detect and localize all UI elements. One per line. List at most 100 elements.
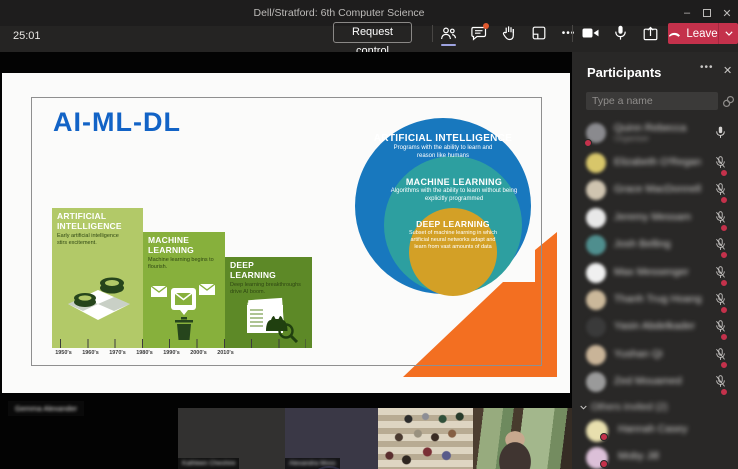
status-badge bbox=[720, 361, 728, 369]
chat-icon[interactable] bbox=[470, 25, 487, 42]
status-badge bbox=[720, 251, 728, 259]
status-badge bbox=[720, 196, 728, 204]
slide-boundary bbox=[31, 97, 542, 366]
tile-ac-name: Kathleen Cheshire bbox=[182, 460, 235, 467]
avatar bbox=[586, 317, 606, 337]
mic-off-icon[interactable] bbox=[715, 156, 726, 169]
toolbar-icon-group: ••• bbox=[440, 22, 577, 44]
camera-icon[interactable] bbox=[582, 25, 599, 42]
participant-row[interactable]: Elizabeth O'Regan bbox=[586, 150, 726, 176]
more-options-icon[interactable]: ••• bbox=[560, 25, 577, 42]
mic-on-icon[interactable] bbox=[715, 126, 726, 139]
active-tab-underline bbox=[441, 44, 456, 46]
avatar bbox=[586, 235, 606, 255]
meeting-timer: 25:01 bbox=[13, 30, 41, 42]
share-screen-icon[interactable] bbox=[642, 25, 659, 42]
mic-off-icon[interactable] bbox=[715, 375, 726, 388]
status-badge bbox=[720, 224, 728, 232]
section-chevron-icon bbox=[580, 405, 587, 410]
leave-button-main[interactable]: Leave bbox=[668, 28, 718, 40]
invited-row[interactable]: Hannah Casey bbox=[586, 417, 726, 443]
participant-row[interactable]: Jeremy Messam bbox=[586, 205, 726, 231]
mic-off-icon[interactable] bbox=[715, 348, 726, 361]
participants-close-icon[interactable]: ✕ bbox=[723, 64, 732, 77]
mic-off-icon[interactable] bbox=[715, 238, 726, 251]
toolbar-divider-2 bbox=[572, 25, 573, 42]
status-badge bbox=[600, 460, 608, 468]
participants-icon[interactable] bbox=[440, 25, 457, 42]
video-filmstrip: +9 RD AC Kathleen Cheshire AM Alexandra … bbox=[0, 408, 572, 469]
participant-name: Thanh Trug Hoang bbox=[614, 293, 702, 305]
invited-row[interactable]: Moby Jill bbox=[586, 444, 726, 469]
invited-header-label: Others invited (2) bbox=[591, 402, 668, 413]
participants-panel: Participants ••• ✕ Quinn Rebecca Organis… bbox=[572, 52, 738, 469]
avatar bbox=[586, 345, 606, 365]
participant-name: Jeremy Messam bbox=[614, 211, 691, 223]
toolbar-divider bbox=[432, 25, 433, 42]
mic-off-icon[interactable] bbox=[715, 266, 726, 279]
participant-name: Yushan Qi bbox=[614, 348, 662, 360]
leave-options-chevron[interactable] bbox=[719, 31, 738, 36]
shared-screen: AI-ML-DL ARTIFICIAL INTELLIGENCE Early a… bbox=[2, 73, 570, 393]
hangup-icon bbox=[668, 31, 681, 37]
participant-row[interactable]: Yasin Abdelkader bbox=[586, 314, 726, 340]
request-control-button[interactable]: Request control bbox=[333, 22, 412, 43]
participant-row[interactable]: Max Messenger bbox=[586, 260, 726, 286]
device-icon-group bbox=[582, 22, 659, 44]
invited-section-header[interactable]: Others invited (2) bbox=[580, 402, 668, 413]
presenter-name: Gemma Alexander bbox=[15, 404, 77, 413]
participant-name: Moby Jill bbox=[618, 450, 659, 462]
leave-button[interactable]: Leave bbox=[668, 23, 738, 44]
participant-row[interactable]: Josh Belling bbox=[586, 232, 726, 258]
status-badge bbox=[720, 306, 728, 314]
copy-link-icon[interactable] bbox=[722, 95, 735, 108]
status-badge bbox=[584, 139, 592, 147]
status-badge bbox=[720, 388, 728, 396]
status-badge bbox=[600, 433, 608, 441]
participant-name: Yasin Abdelkader bbox=[614, 320, 695, 332]
status-badge bbox=[720, 169, 728, 177]
participant-name: Quinn Rebecca bbox=[614, 122, 686, 134]
mic-off-icon[interactable] bbox=[715, 293, 726, 306]
avatar bbox=[586, 208, 606, 228]
raise-hand-icon[interactable] bbox=[500, 25, 517, 42]
participant-name: Elizabeth O'Regan bbox=[614, 156, 701, 168]
mic-off-icon[interactable] bbox=[715, 183, 726, 196]
participant-name: Hannah Casey bbox=[618, 423, 687, 435]
tile-am-name: Alexandra Moss bbox=[289, 460, 336, 467]
participant-name: Zed Mouamed bbox=[614, 375, 682, 387]
video-tile-ac[interactable]: AC Kathleen Cheshire bbox=[178, 408, 285, 469]
participant-row[interactable]: Quinn Rebecca Organiser bbox=[586, 120, 726, 146]
video-tile-classroom[interactable] bbox=[378, 408, 473, 469]
avatar bbox=[586, 263, 606, 283]
avatar bbox=[586, 290, 606, 310]
participant-name: Josh Belling bbox=[614, 238, 671, 250]
status-badge bbox=[720, 279, 728, 287]
participant-row[interactable]: Grace MacDonnell bbox=[586, 177, 726, 203]
microphone-icon[interactable] bbox=[612, 25, 629, 42]
participant-name: Grace MacDonnell bbox=[614, 183, 701, 195]
teams-meeting-window: Dell/Stratford: 6th Computer Science – ✕… bbox=[0, 0, 738, 469]
presenter-name-label: Gemma Alexander bbox=[8, 401, 84, 416]
participants-menu-icon[interactable]: ••• bbox=[700, 62, 714, 73]
breakout-rooms-icon[interactable] bbox=[530, 25, 547, 42]
tile-name-label: Alexandra Moss bbox=[285, 458, 340, 469]
participant-role: Organiser bbox=[614, 134, 649, 143]
mic-off-icon[interactable] bbox=[715, 320, 726, 333]
avatar bbox=[586, 372, 606, 392]
presentation-stage: AI-ML-DL ARTIFICIAL INTELLIGENCE Early a… bbox=[0, 52, 572, 469]
tile-name-label: Kathleen Cheshire bbox=[178, 458, 239, 469]
status-badge bbox=[720, 333, 728, 341]
participant-row[interactable]: Yushan Qi bbox=[586, 342, 726, 368]
video-tile-person[interactable] bbox=[473, 408, 573, 469]
video-tile-am[interactable]: AM Alexandra Moss bbox=[285, 408, 378, 469]
search-input[interactable] bbox=[586, 92, 718, 110]
participants-panel-title: Participants bbox=[587, 65, 661, 80]
mic-off-icon[interactable] bbox=[715, 211, 726, 224]
participant-row[interactable]: Zed Mouamed bbox=[586, 369, 726, 395]
leave-label: Leave bbox=[686, 28, 717, 40]
avatar bbox=[586, 180, 606, 200]
participant-row[interactable]: Thanh Trug Hoang bbox=[586, 287, 726, 313]
chat-notification-dot bbox=[483, 23, 489, 29]
participant-name: Max Messenger bbox=[614, 266, 689, 278]
